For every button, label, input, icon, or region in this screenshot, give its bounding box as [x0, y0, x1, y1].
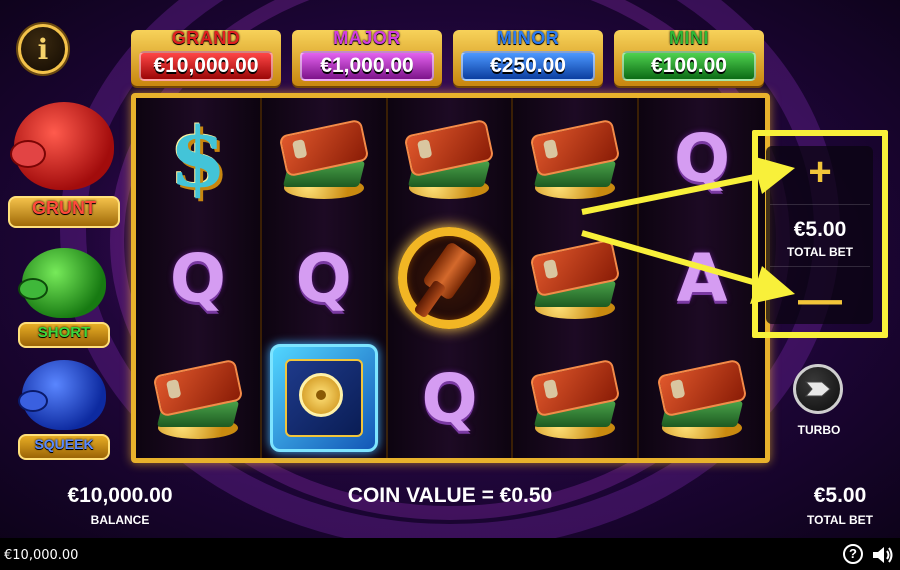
symbol-q: Q: [674, 119, 731, 197]
reel-grid: $ Q Q Q Q A: [131, 93, 770, 463]
pig-grunt: GRUNT: [8, 96, 120, 232]
reel-3: Q: [387, 98, 514, 458]
reel-cell: Q: [136, 218, 260, 338]
help-icon[interactable]: ?: [843, 544, 863, 564]
pig-squeek: SQUEEK: [18, 356, 110, 462]
reel-cell: Q: [639, 98, 765, 218]
reel-cell: $: [136, 98, 260, 218]
status-bar: €10,000.00 ?: [0, 538, 900, 570]
reel-cell: [513, 98, 637, 218]
turbo-icon: [804, 381, 831, 397]
jackpot-major: MAJOR €1,000.00: [292, 28, 442, 86]
bet-panel-highlight: [752, 130, 888, 338]
symbol-q: Q: [421, 359, 478, 437]
jackpot-mini-title: MINI: [669, 28, 709, 48]
symbol-wallet-icon: [403, 117, 495, 199]
reel-1: $ Q: [136, 98, 262, 458]
reel-2: Q: [261, 98, 388, 458]
reel-cell: [388, 218, 512, 338]
balance-value: €10,000.00: [67, 484, 173, 507]
pig-grunt-snout: [10, 140, 46, 168]
jackpot-grand-title: GRAND: [171, 28, 241, 48]
symbol-a: A: [676, 239, 728, 317]
symbol-hammer-icon: [398, 227, 501, 329]
pig-short: SHORT: [18, 244, 110, 350]
symbol-wallet-icon: [529, 357, 621, 439]
total-bet-value: €5.00: [813, 484, 867, 507]
reel-cell: Q: [388, 338, 512, 458]
turbo-button[interactable]: [793, 364, 843, 414]
status-balance: €10,000.00: [4, 548, 79, 563]
jackpot-minor-title: MINOR: [496, 28, 560, 48]
reel-4: [513, 98, 640, 458]
reel-cell: [262, 98, 386, 218]
symbol-wallet-icon: [529, 117, 621, 199]
jackpot-grand: GRAND €10,000.00: [131, 28, 281, 86]
jackpot-major-value: €1,000.00: [300, 51, 434, 81]
symbol-q: Q: [295, 239, 352, 317]
symbol-dollar-icon: $: [169, 110, 227, 206]
game-stage: i GRAND €10,000.00 MAJOR €1,000.00 MINOR…: [0, 0, 900, 570]
symbol-safe-icon: [269, 344, 378, 452]
reel-cell: A: [639, 218, 765, 338]
reel-cell: [513, 218, 637, 338]
jackpot-major-title: MAJOR: [333, 28, 401, 48]
pig-short-label: SHORT: [18, 322, 110, 348]
pig-grunt-label: GRUNT: [8, 196, 120, 228]
pig-squeek-label: SQUEEK: [18, 434, 110, 460]
symbol-wallet-icon: [152, 357, 244, 439]
info-button[interactable]: i: [18, 24, 68, 74]
turbo-label: TURBO: [797, 423, 841, 437]
jackpot-minor: MINOR €250.00: [453, 28, 603, 86]
jackpot-grand-value: €10,000.00: [139, 51, 273, 81]
reel-cell: Q: [262, 218, 386, 338]
symbol-wallet-icon: [278, 117, 370, 199]
total-bet-label: TOTAL BET: [807, 513, 873, 527]
symbol-wallet-icon: [656, 357, 748, 439]
reel-cell: [262, 338, 386, 458]
coin-value: COIN VALUE = €0.50: [347, 484, 553, 507]
jackpot-mini-value: €100.00: [622, 51, 756, 81]
info-icon: i: [37, 32, 49, 66]
symbol-wallet-icon: [529, 237, 621, 319]
sound-icon[interactable]: [872, 545, 894, 565]
reel-cell: [639, 338, 765, 458]
pig-short-snout: [18, 278, 48, 300]
jackpot-minor-value: €250.00: [461, 51, 595, 81]
balance-label: BALANCE: [90, 513, 150, 527]
reel-cell: [388, 98, 512, 218]
symbol-q: Q: [169, 239, 226, 317]
jackpot-mini: MINI €100.00: [614, 28, 764, 86]
reel-cell: [513, 338, 637, 458]
reel-5: QA: [639, 98, 765, 458]
pig-squeek-snout: [18, 390, 48, 412]
reel-cell: [136, 338, 260, 458]
